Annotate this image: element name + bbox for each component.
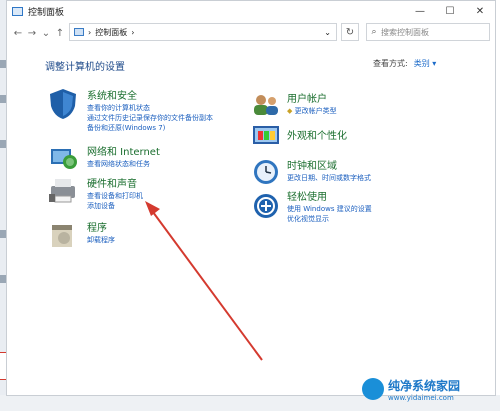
- watermark-text: 纯净系统家园: [388, 379, 461, 393]
- red-annotation-arrow: [145, 201, 263, 361]
- watermark-url: www.yidaimei.com: [388, 394, 454, 402]
- watermark-logo: [362, 378, 384, 400]
